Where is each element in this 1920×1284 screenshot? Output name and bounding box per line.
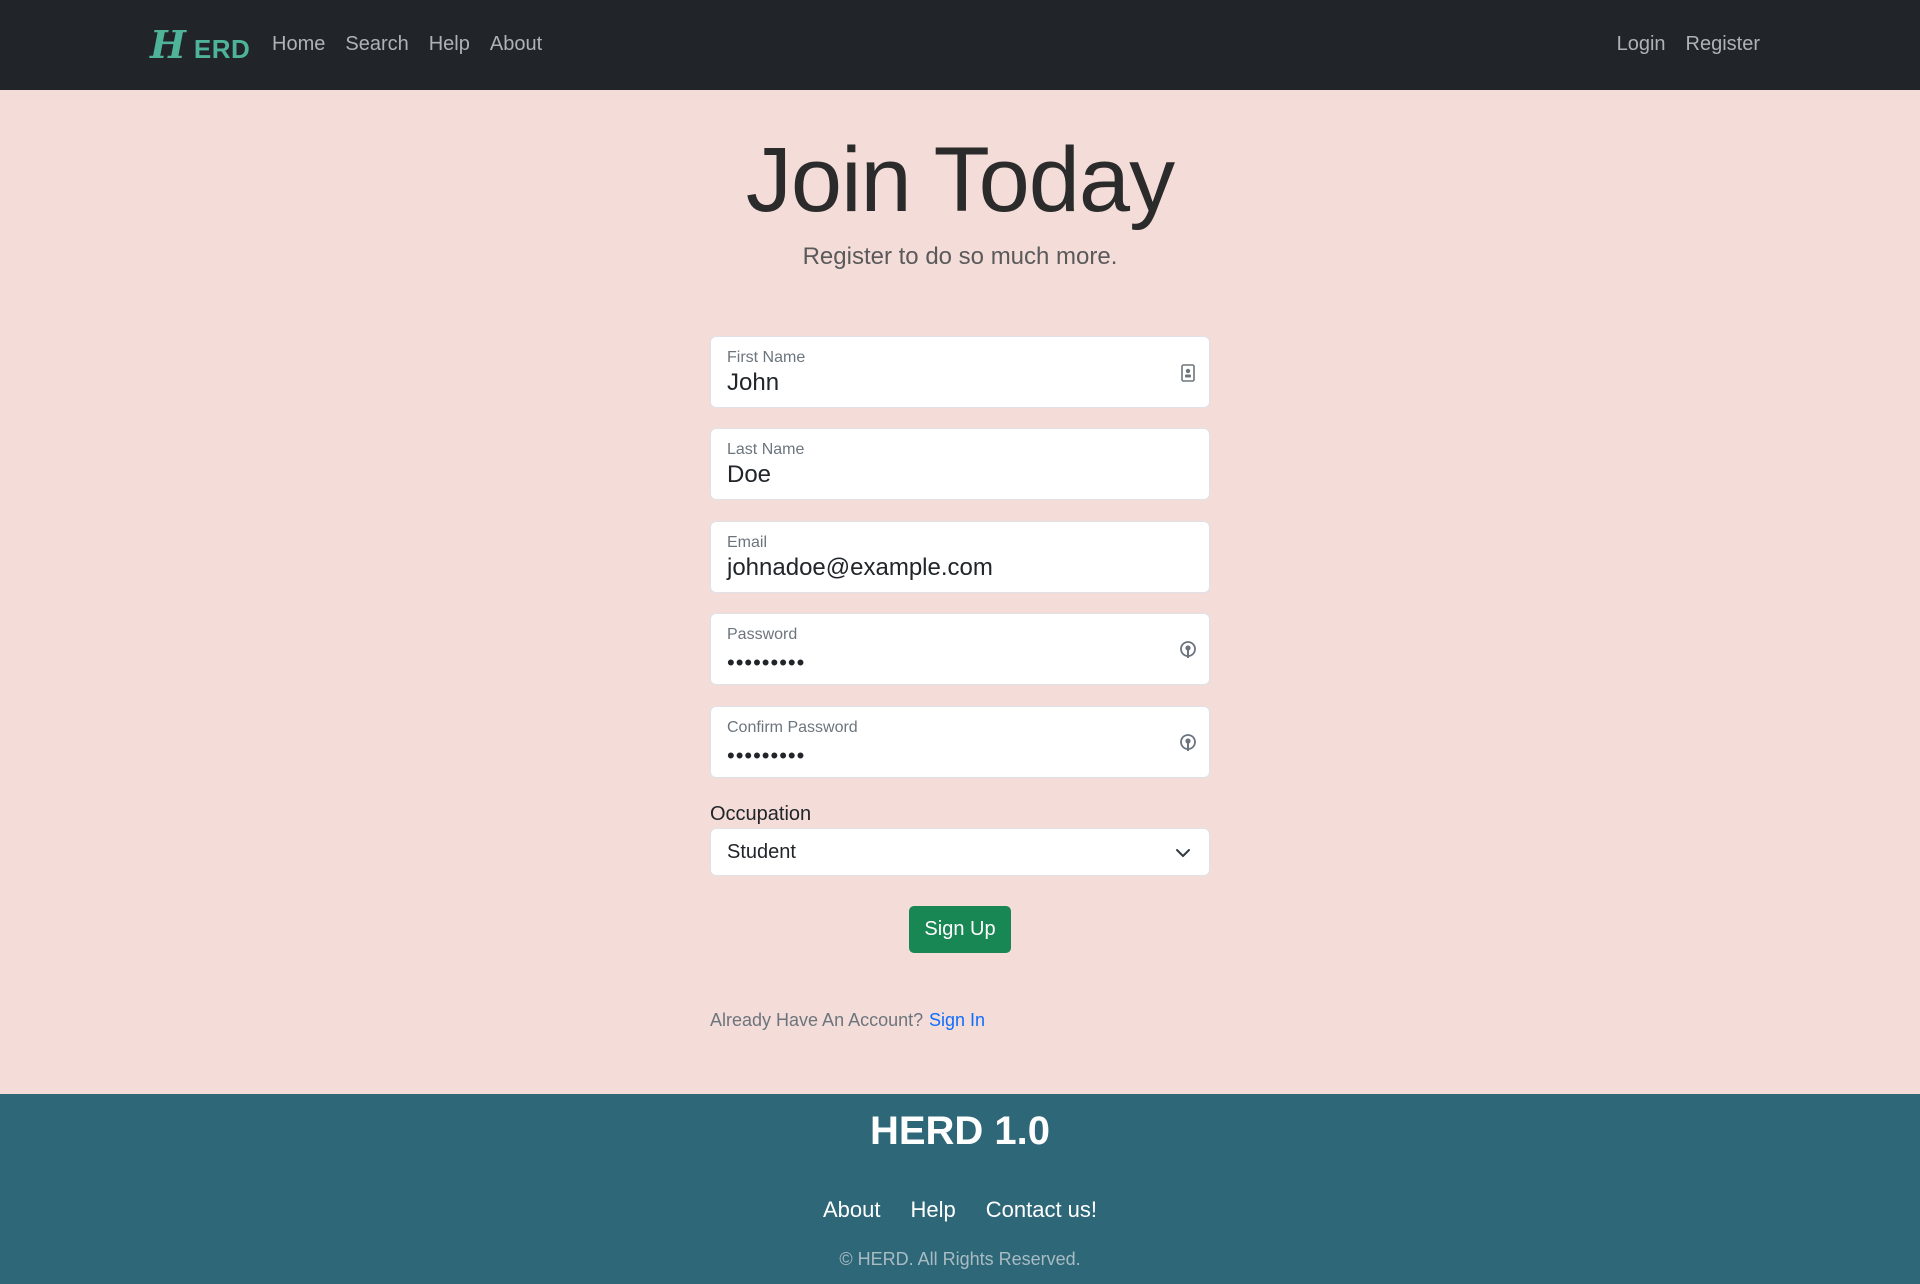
footer-links: About Help Contact us! xyxy=(0,1197,1920,1223)
occupation-label: Occupation xyxy=(710,803,812,825)
nav-link-help[interactable]: Help xyxy=(429,33,470,56)
first-name-value: John xyxy=(727,369,780,396)
nav-link-login[interactable]: Login xyxy=(1617,33,1666,56)
nav-links-right: Login Register xyxy=(1617,33,1760,56)
key-icon[interactable] xyxy=(1179,733,1197,753)
already-have-account-text: Already Have An Account? xyxy=(710,1010,924,1030)
nav-link-home[interactable]: Home xyxy=(272,33,325,56)
top-navbar: H ERD Home Search Help About Login Regis… xyxy=(0,0,1920,90)
copyright-text: © HERD. All Rights Reserved. xyxy=(839,1249,1081,1269)
last-name-value: Doe xyxy=(727,461,772,488)
contact-card-icon[interactable] xyxy=(1179,363,1197,383)
nav-link-about[interactable]: About xyxy=(490,33,542,56)
footer-link-help[interactable]: Help xyxy=(910,1197,955,1223)
brand-logo[interactable]: H ERD xyxy=(150,22,250,67)
confirm-password-field[interactable]: Confirm Password ••••••••• xyxy=(710,706,1210,778)
email-label: Email xyxy=(727,534,768,551)
password-label: Password xyxy=(727,626,798,643)
brand-name: ERD xyxy=(193,34,251,64)
last-name-field[interactable]: Last Name Doe xyxy=(710,428,1210,500)
page-subtitle: Register to do so much more. xyxy=(802,243,1118,270)
occupation-selected-value: Student xyxy=(727,841,796,863)
first-name-label: First Name xyxy=(727,349,806,366)
chevron-down-icon xyxy=(1176,849,1190,857)
brand-logo-letter: H xyxy=(150,22,186,67)
sign-in-link[interactable]: Sign In xyxy=(929,1010,985,1031)
confirm-password-label: Confirm Password xyxy=(727,719,858,736)
password-field[interactable]: Password ••••••••• xyxy=(710,613,1210,685)
footer: HERD 1.0 About Help Contact us! © HERD. … xyxy=(0,1094,1920,1284)
nav-links-left: Home Search Help About xyxy=(272,33,542,56)
password-value: ••••••••• xyxy=(727,650,806,675)
first-name-field[interactable]: First Name John xyxy=(710,336,1210,408)
email-value: johnadoe@example.com xyxy=(727,554,993,581)
page-title: Join Today xyxy=(745,129,1175,231)
occupation-select[interactable]: Student xyxy=(710,828,1210,876)
nav-link-register[interactable]: Register xyxy=(1686,33,1760,56)
nav-link-search[interactable]: Search xyxy=(345,33,408,56)
confirm-password-value: ••••••••• xyxy=(727,743,806,768)
email-field[interactable]: Email johnadoe@example.com xyxy=(710,521,1210,593)
footer-link-contact[interactable]: Contact us! xyxy=(986,1197,1097,1223)
last-name-label: Last Name xyxy=(727,441,805,458)
key-icon[interactable] xyxy=(1179,640,1197,660)
footer-title: HERD 1.0 xyxy=(869,1109,1051,1153)
sign-up-button[interactable]: Sign Up xyxy=(909,906,1011,953)
footer-link-about[interactable]: About xyxy=(823,1197,881,1223)
